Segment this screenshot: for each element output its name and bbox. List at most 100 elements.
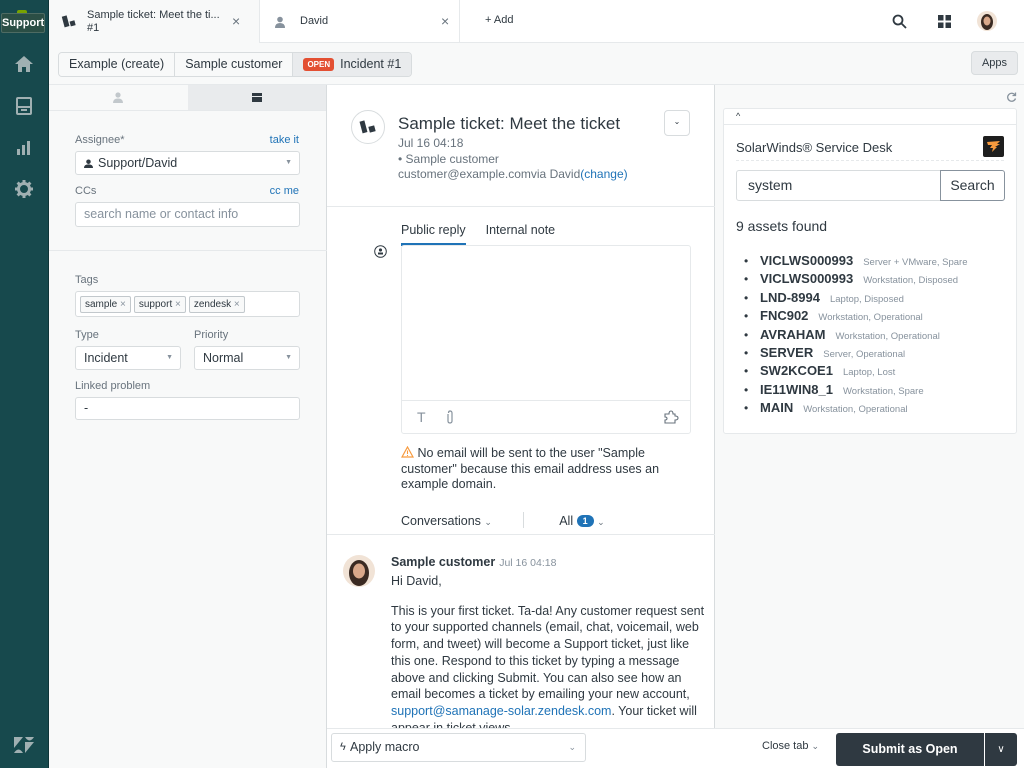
cc-me-link[interactable]: cc me [270,185,299,197]
asset-desc: Server, Operational [823,348,906,360]
breadcrumb-organization[interactable]: Example (create) [59,53,176,76]
lightning-icon: ϟ [340,741,346,753]
apply-macro-select[interactable]: ϟ Apply macro ⌄ [331,733,586,762]
conversations-filter[interactable]: Conversations ⌄ [401,514,492,528]
asset-desc: Workstation, Operational [803,404,908,416]
ticket-avatar [351,110,385,144]
close-tab-icon[interactable]: × [232,13,240,29]
ticket-title[interactable]: Sample ticket: Meet the ticket [398,114,620,134]
tab-user-info[interactable] [49,85,188,110]
ticket-properties-panel: Assignee* take it Support/David ▼ CCs cc… [49,85,327,768]
conversation-filter: Conversations ⌄ All 1 ⌄ [401,512,605,528]
tags-input[interactable]: sample × support × zendesk × [75,291,300,317]
tab-title: David [300,15,329,27]
attachment-icon[interactable] [446,410,454,424]
asset-desc: Laptop, Disposed [829,293,904,305]
breadcrumb-ticket[interactable]: OPEN Incident #1 [293,53,412,76]
message-author[interactable]: Sample customer [391,555,495,569]
asset-item[interactable]: MAIN Workstation, Operational [744,399,968,417]
conversations-label: Conversations [401,514,481,528]
remove-tag-icon[interactable]: × [175,299,181,310]
chevron-down-icon: ▼ [285,159,292,166]
asset-item[interactable]: VICLWS000993 Workstation, Disposed [744,270,968,288]
tab-public-reply[interactable]: Public reply [401,223,466,246]
tab-ticket-fields[interactable] [187,85,326,110]
asset-name: AVRAHAM [760,326,826,342]
remove-tag-icon[interactable]: × [120,299,126,310]
submit-status: Open [925,742,958,756]
asset-item[interactable]: IE11WIN8_1 Workstation, Spare [744,381,968,399]
ticket-footer: ϟ Apply macro ⌄ Close tab ⌄ Submit as Op… [327,728,1024,768]
warning-icon [400,445,415,458]
tab-internal-note[interactable]: Internal note [486,223,556,246]
user-icon [275,16,285,28]
linked-problem-select[interactable]: - [75,397,300,420]
ticket-via: customer@example.comvia David [398,167,581,181]
refresh-icon[interactable] [1006,92,1017,103]
search-icon[interactable] [892,14,907,29]
divider [327,534,715,535]
add-tab-button[interactable]: + Add [485,14,513,26]
asset-item[interactable]: SW2KCOE1 Laptop, Lost [744,362,968,380]
assets-found-count: 9 assets found [736,218,828,234]
close-tab-label: Close tab [762,740,809,752]
change-link[interactable]: (change) [580,167,627,181]
message-text: This is your first ticket. Ta-da! Any cu… [391,603,705,702]
linked-problem-label: Linked problem [75,380,151,392]
editor-toolbar: T [402,400,690,433]
apps-grid-icon[interactable] [938,15,951,28]
asset-desc: Workstation, Spare [843,385,924,397]
user-avatar[interactable] [977,11,997,31]
nav-reporting[interactable] [12,136,36,160]
all-filter[interactable]: All 1 ⌄ [559,514,604,528]
reply-editor[interactable]: T [401,245,691,434]
email-warning-text: No email will be sent to the user "Sampl… [401,446,660,491]
type-select[interactable]: Incident ▼ [75,346,181,370]
asset-item[interactable]: VICLWS000993 Server + VMware, Spare [744,252,968,270]
close-tab-icon[interactable]: × [441,13,449,29]
tag-label: sample [85,299,118,310]
asset-item[interactable]: AVRAHAM Workstation, Operational [744,326,968,344]
tag: zendesk × [188,296,245,313]
collapse-app-button[interactable]: ^ [724,109,1016,125]
support-email-link[interactable]: support@samanage-solar.zendesk.com [391,704,611,718]
apps-puzzle-icon[interactable] [664,410,679,424]
asset-name: LND-8994 [760,289,820,305]
asset-name: IE11WIN8_1 [760,381,833,397]
nav-home[interactable] [12,52,36,76]
assignee-value: Support/David [98,156,178,170]
ticket-fields-icon [251,93,262,102]
asset-name: FNC902 [760,308,809,324]
asset-item[interactable]: SERVER Server, Operational [744,344,968,362]
submit-options-button[interactable]: ∨ [985,733,1017,766]
ticket-options-button[interactable]: ⌄ [664,110,690,136]
type-value: Incident [84,351,128,365]
submit-button[interactable]: Submit as Open [836,733,984,766]
nav-views[interactable] [12,94,36,118]
asset-name: VICLWS000993 [760,271,854,287]
asset-desc: Server + VMware, Spare [863,257,968,268]
tab-user[interactable]: David × [260,0,460,43]
assignee-label: Assignee* [75,134,125,146]
nav-admin[interactable] [12,177,36,201]
asset-search-button[interactable]: Search [940,170,1005,201]
priority-select[interactable]: Normal ▼ [194,346,300,370]
chevron-down-icon: ▼ [285,354,292,361]
product-switcher[interactable]: Support [1,13,45,33]
author-avatar[interactable] [343,555,375,587]
close-tab-select[interactable]: Close tab ⌄ [762,740,819,752]
apps-button[interactable]: Apps [971,51,1018,75]
asset-item[interactable]: LND-8994 Laptop, Disposed [744,289,968,307]
remove-tag-icon[interactable]: × [234,299,240,310]
solarwinds-logo-icon [983,136,1004,157]
text-format-icon[interactable]: T [417,409,426,425]
assignee-select[interactable]: Support/David ▼ [75,151,300,175]
ccs-input[interactable]: search name or contact info [75,202,300,227]
ticket-date: Jul 16 04:18 [398,136,464,150]
breadcrumb-requester[interactable]: Sample customer [175,53,294,76]
ticket-requester: • Sample customer [398,151,499,166]
asset-item[interactable]: FNC902 Workstation, Operational [744,307,968,325]
take-it-link[interactable]: take it [270,134,299,146]
tab-ticket[interactable]: Sample ticket: Meet the ti... #1 × [49,0,260,43]
asset-search-input[interactable]: system [736,170,941,201]
